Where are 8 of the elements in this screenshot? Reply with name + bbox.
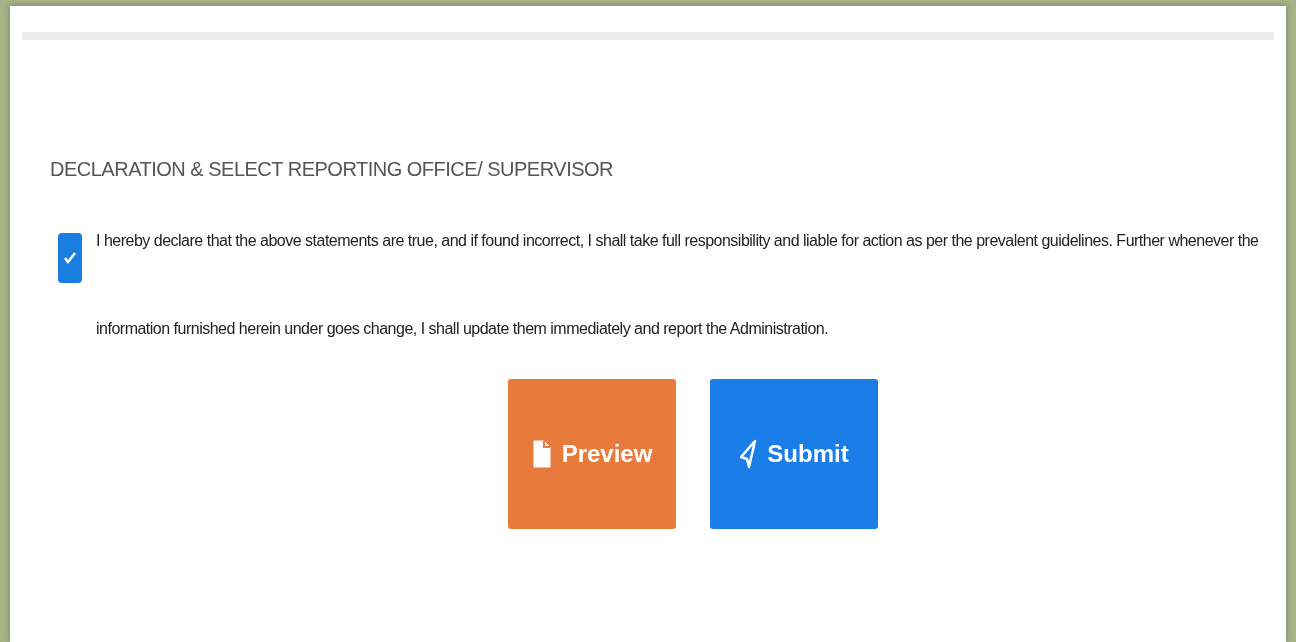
paper-plane-icon	[739, 439, 758, 469]
check-icon	[63, 251, 77, 265]
document-icon	[531, 439, 552, 469]
section-title: DECLARATION & SELECT REPORTING OFFICE/ SUPERVISOR	[50, 158, 614, 181]
declaration-text: I hereby declare that the above statements are true, and if found incorrect, I shall take full responsibility and liable for action as per the prevalent guidelines. Further whenever the information furnished herein under goes change, I shall update them immediately and report the Administration.	[96, 231, 1260, 339]
preview-button[interactable]: Preview	[508, 379, 676, 529]
submit-button[interactable]: Submit	[710, 379, 878, 529]
checkbox[interactable]	[58, 233, 82, 283]
